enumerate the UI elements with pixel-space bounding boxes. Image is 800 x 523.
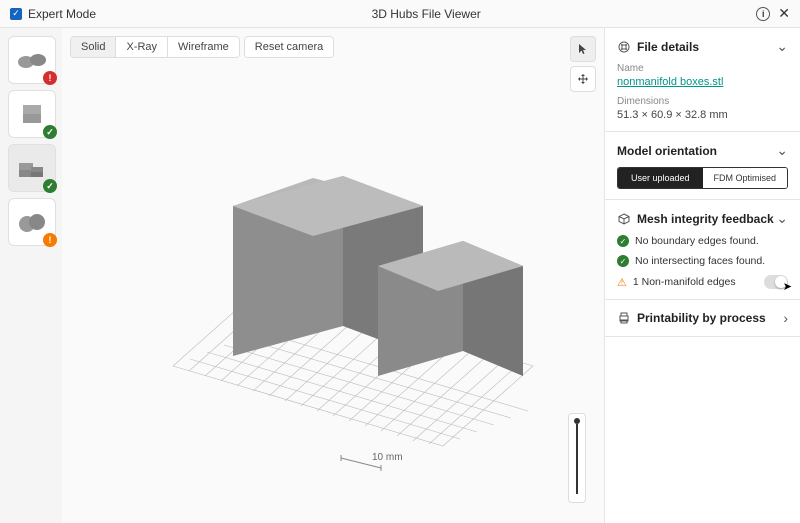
check-icon: ✓ bbox=[43, 179, 57, 193]
check-icon: ✓ bbox=[43, 125, 57, 139]
mesh-integrity-panel: Mesh integrity feedback ⌄ ✓ No boundary … bbox=[605, 200, 800, 300]
thumbnail-item[interactable]: ✓ bbox=[8, 90, 56, 138]
dimensions-label: Dimensions bbox=[617, 96, 788, 107]
feedback-item: ✓ No boundary edges found. bbox=[617, 235, 788, 247]
feedback-item: ✓ No intersecting faces found. bbox=[617, 255, 788, 267]
expert-mode-checkbox[interactable]: ✓ bbox=[10, 8, 22, 20]
cursor-icon: ➤ bbox=[783, 280, 792, 293]
expert-mode-label: Expert Mode bbox=[28, 7, 96, 21]
warning-icon: ! bbox=[43, 233, 57, 247]
dimensions-value: 51.3 × 60.9 × 32.8 mm bbox=[617, 109, 788, 121]
feedback-item: ⚠ 1 Non-manifold edges bbox=[617, 275, 788, 289]
orientation-segmented-control: User uploaded FDM Optimised bbox=[617, 167, 788, 189]
thumbnail-item[interactable]: ! bbox=[8, 198, 56, 246]
chevron-down-icon: ⌄ bbox=[776, 142, 788, 159]
chevron-down-icon: ⌄ bbox=[776, 210, 788, 227]
warning-icon: ⚠ bbox=[617, 276, 627, 289]
file-details-header[interactable]: File details ⌄ bbox=[617, 38, 788, 55]
orientation-header[interactable]: Model orientation ⌄ bbox=[617, 142, 788, 159]
info-icon[interactable]: i bbox=[756, 7, 770, 21]
check-icon: ✓ bbox=[617, 235, 629, 247]
orientation-panel: Model orientation ⌄ User uploaded FDM Op… bbox=[605, 132, 800, 200]
check-icon: ✓ bbox=[617, 255, 629, 267]
app-title: 3D Hubs File Viewer bbox=[96, 7, 756, 21]
chevron-down-icon: ⌄ bbox=[776, 38, 788, 55]
user-uploaded-button[interactable]: User uploaded bbox=[618, 168, 703, 188]
sidebar: File details ⌄ Name nonmanifold boxes.st… bbox=[604, 28, 800, 523]
file-icon bbox=[617, 40, 631, 54]
3d-scene bbox=[62, 28, 604, 523]
feedback-text: No intersecting faces found. bbox=[635, 255, 765, 267]
thumbnail-list: ! ✓ ✓ ! bbox=[0, 28, 62, 523]
printability-header[interactable]: Printability by process › bbox=[617, 310, 788, 326]
orientation-indicator[interactable] bbox=[568, 413, 586, 503]
scale-label: 10 mm bbox=[372, 452, 403, 463]
printability-panel: Printability by process › bbox=[605, 300, 800, 337]
app-header: ✓ Expert Mode 3D Hubs File Viewer i ✕ bbox=[0, 0, 800, 28]
file-details-title: File details bbox=[637, 40, 699, 54]
error-icon: ! bbox=[43, 71, 57, 85]
orientation-title: Model orientation bbox=[617, 144, 717, 158]
mesh-integrity-title: Mesh integrity feedback bbox=[637, 212, 774, 226]
3d-viewport[interactable]: Solid X-Ray Wireframe Reset camera bbox=[62, 28, 604, 523]
cube-icon bbox=[617, 212, 631, 226]
name-label: Name bbox=[617, 63, 788, 74]
close-icon[interactable]: ✕ bbox=[778, 5, 790, 22]
printer-icon bbox=[617, 311, 631, 325]
mesh-integrity-header[interactable]: Mesh integrity feedback ⌄ bbox=[617, 210, 788, 227]
thumbnail-item[interactable]: ✓ bbox=[8, 144, 56, 192]
feedback-text: 1 Non-manifold edges bbox=[633, 276, 736, 288]
chevron-right-icon: › bbox=[783, 310, 788, 326]
feedback-text: No boundary edges found. bbox=[635, 235, 759, 247]
file-name-link[interactable]: nonmanifold boxes.stl bbox=[617, 76, 723, 88]
file-details-panel: File details ⌄ Name nonmanifold boxes.st… bbox=[605, 28, 800, 132]
thumbnail-item[interactable]: ! bbox=[8, 36, 56, 84]
printability-title: Printability by process bbox=[637, 311, 766, 325]
fdm-optimised-button[interactable]: FDM Optimised bbox=[703, 168, 788, 188]
